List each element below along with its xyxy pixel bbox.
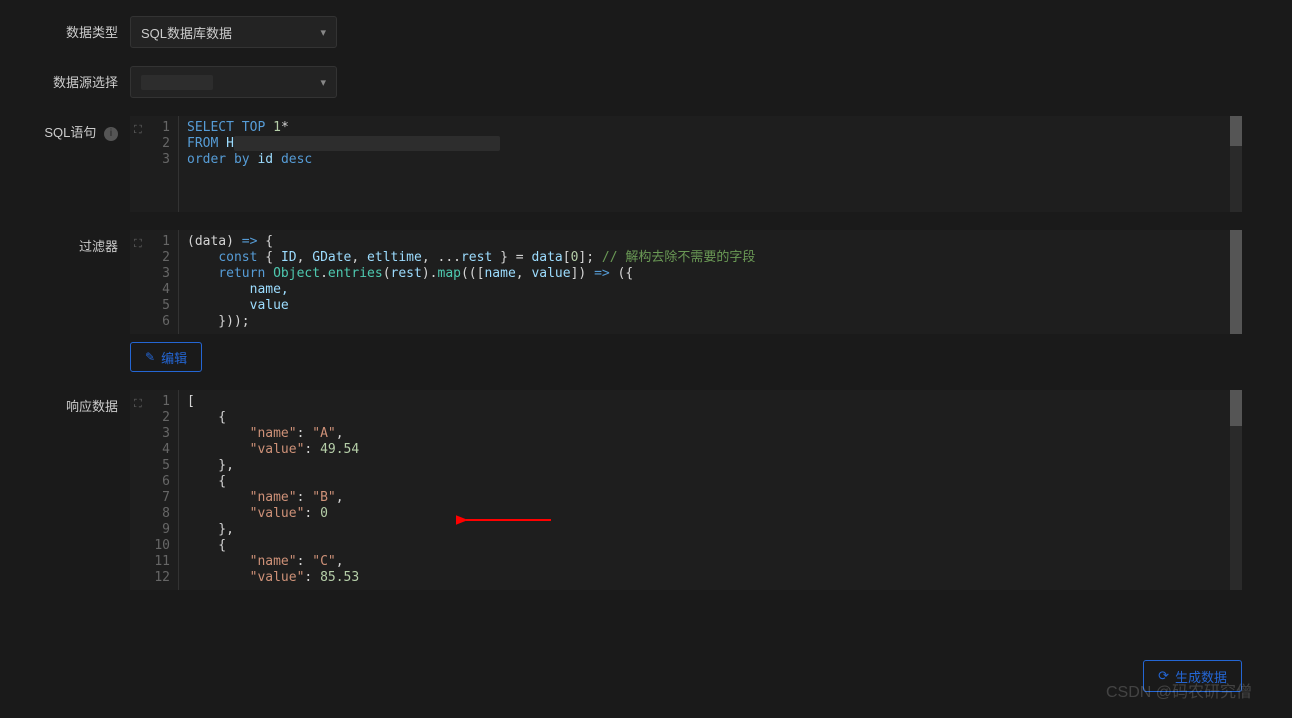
select-data-source[interactable]: xxxxxxxxxxx ▾	[130, 66, 337, 98]
help-icon[interactable]: i	[104, 127, 118, 141]
chevron-down-icon: ▾	[320, 26, 326, 39]
label-data-type: 数据类型	[0, 16, 130, 41]
row-response: 响应数据 ⛶ 1 2 3 4 5 6 7 8 9 10 11 12	[0, 390, 1292, 590]
gutter: ⛶ 1 2 3 4 5 6	[130, 230, 178, 334]
gutter: ⛶ 1 2 3 4 5 6 7 8 9 10 11 12	[130, 390, 178, 590]
edit-button[interactable]: ✎ 编辑	[130, 342, 202, 372]
row-sql: SQL语句 i ⛶ 1 2 3 SELECT TOP 1* FROM Hxxxx…	[0, 116, 1292, 212]
select-data-type[interactable]: SQL数据库数据 ▾	[130, 16, 337, 48]
expand-icon[interactable]: ⛶	[134, 236, 142, 252]
scrollbar[interactable]	[1230, 230, 1242, 334]
pencil-icon: ✎	[145, 350, 155, 364]
filter-code[interactable]: (data) => { const { ID, GDate, etltime, …	[178, 230, 1242, 334]
filter-editor[interactable]: ⛶ 1 2 3 4 5 6 (data) => { const { ID, GD…	[130, 230, 1242, 334]
label-response: 响应数据	[0, 390, 130, 415]
select-data-source-value: xxxxxxxxxxx	[141, 75, 213, 90]
label-data-source: 数据源选择	[0, 66, 130, 91]
select-data-type-value: SQL数据库数据	[141, 23, 232, 42]
label-sql: SQL语句 i	[0, 116, 130, 141]
sql-code[interactable]: SELECT TOP 1* FROM Hxxxxxxxxxxxxxxxxxxxx…	[178, 116, 1242, 212]
expand-icon[interactable]: ⛶	[134, 396, 142, 412]
chevron-down-icon: ▾	[320, 76, 326, 89]
scrollbar[interactable]	[1230, 390, 1242, 590]
row-data-source: 数据源选择 xxxxxxxxxxx ▾	[0, 66, 1292, 98]
row-data-type: 数据类型 SQL数据库数据 ▾	[0, 16, 1292, 48]
gutter: ⛶ 1 2 3	[130, 116, 178, 212]
sql-editor[interactable]: ⛶ 1 2 3 SELECT TOP 1* FROM Hxxxxxxxxxxxx…	[130, 116, 1242, 212]
expand-icon[interactable]: ⛶	[134, 122, 142, 138]
response-editor[interactable]: ⛶ 1 2 3 4 5 6 7 8 9 10 11 12 [ { "name":…	[130, 390, 1242, 590]
response-code[interactable]: [ { "name": "A", "value": 49.54 }, { "na…	[178, 390, 1242, 590]
watermark: CSDN @码农研究僧	[1106, 678, 1252, 702]
row-filter: 过滤器 ⛶ 1 2 3 4 5 6 (data) => { const { ID…	[0, 230, 1292, 372]
scrollbar[interactable]	[1230, 116, 1242, 212]
label-filter: 过滤器	[0, 230, 130, 255]
